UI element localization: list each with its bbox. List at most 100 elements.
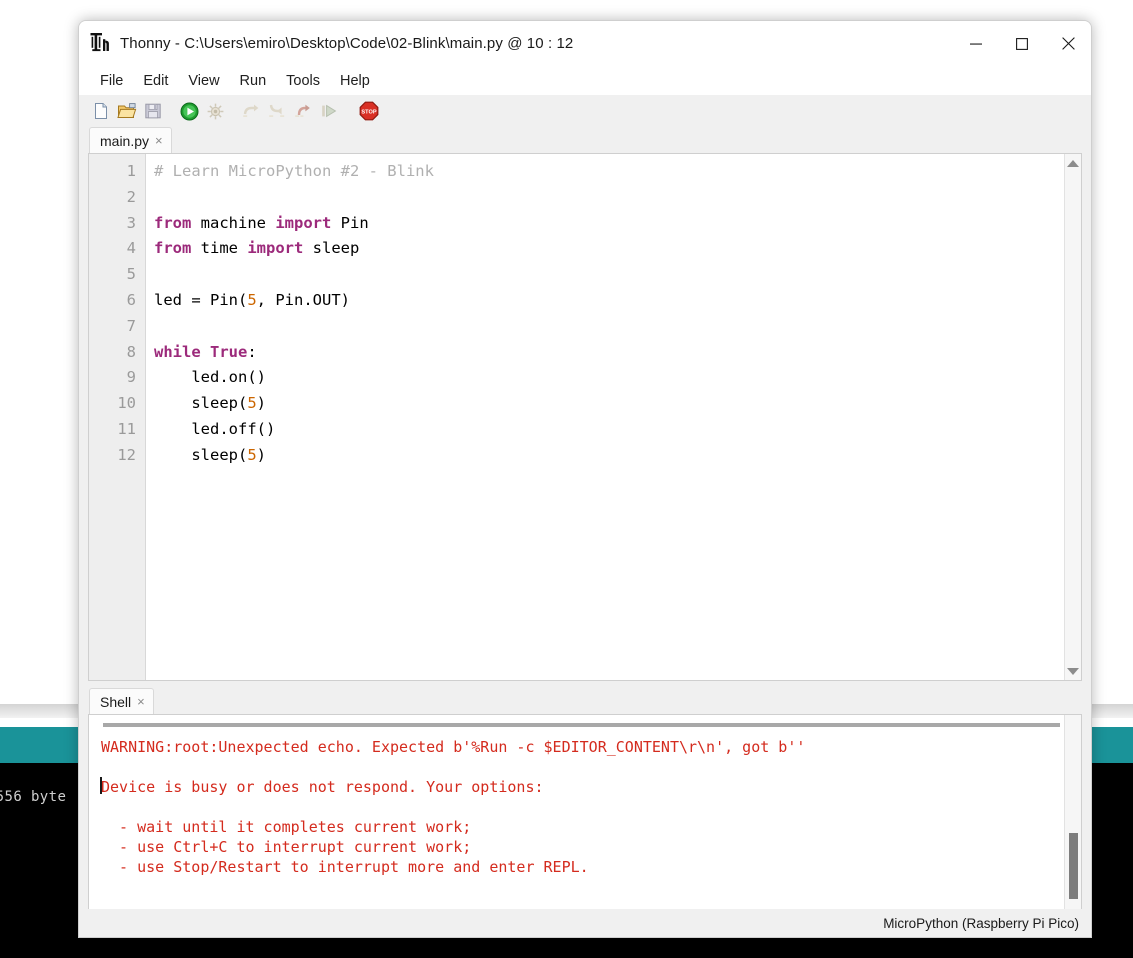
code-token: True	[210, 343, 247, 361]
line-number: 9	[89, 365, 145, 391]
code-token: )	[257, 394, 266, 412]
save-file-icon[interactable]	[141, 99, 165, 123]
code-token: sleep(	[154, 446, 247, 464]
code-token: # Learn MicroPython #2 - Blink	[154, 162, 434, 180]
editor-notebook: main.py ×	[79, 127, 1091, 153]
close-button[interactable]	[1045, 21, 1091, 66]
code-token: led = Pin(	[154, 291, 247, 309]
shell-output[interactable]: WARNING:root:Unexpected echo. Expected b…	[101, 737, 1061, 877]
shell-line: - use Stop/Restart to interrupt more and…	[101, 857, 1061, 877]
code-token: sleep	[303, 239, 359, 257]
line-number: 10	[89, 391, 145, 417]
interpreter-status[interactable]: MicroPython (Raspberry Pi Pico)	[883, 916, 1079, 931]
run-icon[interactable]	[177, 99, 201, 123]
line-number: 6	[89, 288, 145, 314]
step-into-icon[interactable]	[265, 99, 289, 123]
code-token: 5	[247, 394, 256, 412]
background-terminal-text: 27556 byte	[0, 789, 66, 805]
line-number: 2	[89, 185, 145, 211]
step-out-icon[interactable]	[291, 99, 315, 123]
debug-icon[interactable]	[203, 99, 227, 123]
maximize-button[interactable]	[999, 21, 1045, 66]
code-line: # Learn MicroPython #2 - Blink	[154, 159, 1081, 185]
menu-item-tools[interactable]: Tools	[276, 70, 330, 92]
shell-scrollbar-thumb[interactable]	[1069, 833, 1078, 899]
code-line	[154, 185, 1081, 211]
shell-line: WARNING:root:Unexpected echo. Expected b…	[101, 737, 1061, 757]
code-token: from	[154, 239, 191, 257]
code-token: time	[191, 239, 247, 257]
shell-line: Device is busy or does not respond. Your…	[101, 777, 1061, 797]
svg-text:STOP: STOP	[361, 110, 376, 116]
shell-line: - wait until it completes current work;	[101, 817, 1061, 837]
shell-panel[interactable]: WARNING:root:Unexpected echo. Expected b…	[88, 714, 1082, 927]
editor-vertical-scrollbar[interactable]	[1064, 154, 1081, 680]
code-token: )	[257, 446, 266, 464]
window-title: Thonny - C:\Users\emiro\Desktop\Code\02-…	[120, 35, 573, 52]
menu-item-edit[interactable]: Edit	[133, 70, 178, 92]
editor-tab-close-icon[interactable]: ×	[155, 134, 163, 147]
line-number: 3	[89, 211, 145, 237]
code-line	[154, 262, 1081, 288]
line-number: 4	[89, 236, 145, 262]
shell-blank-line	[101, 797, 1061, 817]
line-number: 11	[89, 417, 145, 443]
code-line: from machine import Pin	[154, 211, 1081, 237]
code-token: 5	[247, 291, 256, 309]
code-line: sleep(5)	[154, 443, 1081, 469]
menubar: File Edit View Run Tools Help	[79, 66, 1091, 95]
shell-text-caret	[100, 777, 102, 794]
thonny-logo-icon	[90, 32, 110, 54]
shell-resize-sash[interactable]	[103, 723, 1060, 727]
code-token: machine	[191, 214, 275, 232]
line-number-gutter: 123456789101112	[89, 154, 146, 680]
code-token: while	[154, 343, 201, 361]
code-line: sleep(5)	[154, 391, 1081, 417]
code-line: from time import sleep	[154, 236, 1081, 262]
code-editor[interactable]: 123456789101112 # Learn MicroPython #2 -…	[88, 153, 1082, 681]
editor-tab-main-py[interactable]: main.py ×	[89, 127, 172, 153]
window-controls	[953, 21, 1091, 66]
shell-notebook: Shell ×	[79, 681, 1091, 714]
menu-item-view[interactable]: View	[178, 70, 229, 92]
code-line	[154, 314, 1081, 340]
menu-item-run[interactable]: Run	[230, 70, 277, 92]
code-token: led.off()	[154, 420, 275, 438]
code-token: led.on()	[154, 368, 266, 386]
new-file-icon[interactable]	[89, 99, 113, 123]
scroll-down-arrow-icon[interactable]	[1065, 663, 1081, 679]
line-number: 1	[89, 159, 145, 185]
code-token	[201, 343, 210, 361]
code-token: :	[247, 343, 256, 361]
code-token: import	[247, 239, 303, 257]
line-number: 8	[89, 340, 145, 366]
titlebar[interactable]: Thonny - C:\Users\emiro\Desktop\Code\02-…	[79, 21, 1091, 66]
statusbar: MicroPython (Raspberry Pi Pico)	[79, 909, 1091, 937]
code-token: import	[275, 214, 331, 232]
shell-tab-label: Shell	[100, 694, 131, 710]
menu-item-file[interactable]: File	[90, 70, 133, 92]
menu-item-help[interactable]: Help	[330, 70, 380, 92]
line-number: 12	[89, 443, 145, 469]
scroll-up-arrow-icon[interactable]	[1065, 155, 1081, 171]
code-line: while True:	[154, 340, 1081, 366]
open-file-icon[interactable]	[115, 99, 139, 123]
shell-tab-close-icon[interactable]: ×	[137, 695, 145, 708]
resume-icon[interactable]	[317, 99, 341, 123]
code-line: led.off()	[154, 417, 1081, 443]
step-over-icon[interactable]	[239, 99, 263, 123]
minimize-button[interactable]	[953, 21, 999, 66]
line-number: 7	[89, 314, 145, 340]
shell-vertical-scrollbar[interactable]	[1064, 715, 1081, 926]
code-token: Pin	[331, 214, 368, 232]
code-token: sleep(	[154, 394, 247, 412]
shell-tab[interactable]: Shell ×	[89, 688, 154, 714]
code-line: led.on()	[154, 365, 1081, 391]
editor-tab-label: main.py	[100, 133, 149, 149]
stop-icon[interactable]: STOP	[357, 99, 381, 123]
code-line: led = Pin(5, Pin.OUT)	[154, 288, 1081, 314]
code-text[interactable]: # Learn MicroPython #2 - Blink from mach…	[146, 154, 1081, 680]
thonny-window[interactable]: Thonny - C:\Users\emiro\Desktop\Code\02-…	[78, 20, 1092, 938]
code-token: , Pin.OUT)	[257, 291, 350, 309]
shell-line: - use Ctrl+C to interrupt current work;	[101, 837, 1061, 857]
